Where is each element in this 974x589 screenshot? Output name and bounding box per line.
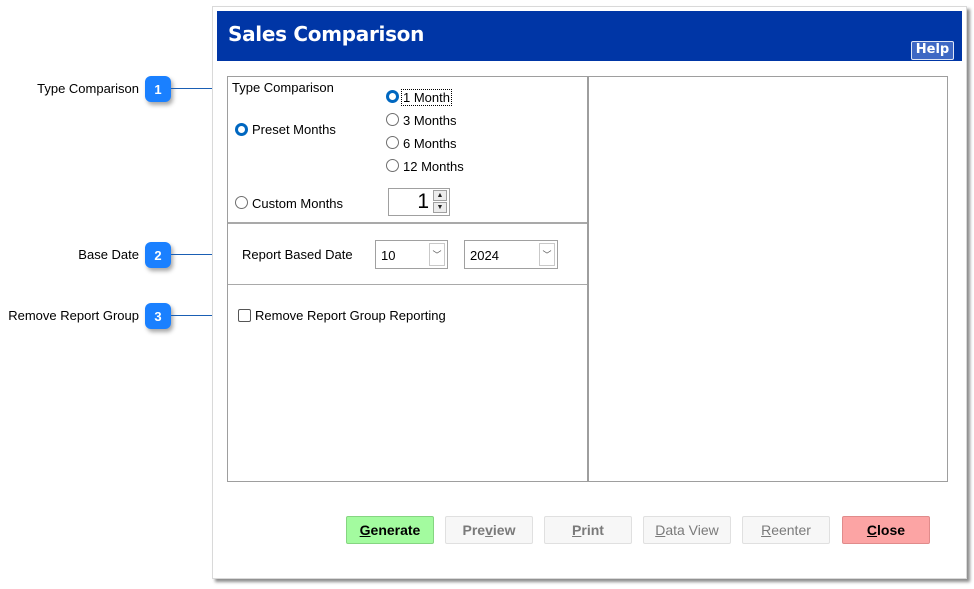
button-label: lose <box>877 522 906 538</box>
radio-indicator[interactable] <box>386 90 399 103</box>
stepper-down-icon[interactable]: ▼ <box>433 202 447 213</box>
callout-label: Type Comparison <box>37 81 139 96</box>
month-option-label[interactable]: 6 Months <box>403 136 456 151</box>
button-label: enerate <box>370 522 421 538</box>
checkbox-indicator[interactable] <box>238 309 251 322</box>
preset-months-label[interactable]: Preset Months <box>252 122 336 137</box>
reenter-button[interactable]: Reenter <box>742 516 830 544</box>
callout-badge: 1 <box>145 76 171 102</box>
month-option-label[interactable]: 12 Months <box>403 159 464 174</box>
year-select-value[interactable]: 2024 <box>470 248 499 263</box>
remove-report-group-label[interactable]: Remove Report Group Reporting <box>255 308 446 323</box>
radio-indicator[interactable] <box>235 196 248 209</box>
chevron-down-icon[interactable]: ﹀ <box>539 243 555 266</box>
custom-months-stepper[interactable]: 1 ▲ ▼ <box>388 188 450 216</box>
title-bar: Sales Comparison Help <box>217 11 962 61</box>
accelerator-key: P <box>572 522 582 538</box>
accelerator-key: R <box>761 522 772 538</box>
chevron-down-icon[interactable]: ﹀ <box>429 243 445 266</box>
preview-panel <box>588 76 948 482</box>
preview-button[interactable]: Preview <box>445 516 533 544</box>
callout-badge: 2 <box>145 242 171 268</box>
section-divider <box>228 284 587 285</box>
generate-button[interactable]: Generate <box>346 516 434 544</box>
month-select[interactable]: 10 ﹀ <box>375 240 448 269</box>
accelerator-key: C <box>866 522 878 538</box>
type-comparison-heading: Type Comparison <box>232 80 334 95</box>
dialog-title: Sales Comparison <box>228 22 425 46</box>
accelerator-key: D <box>655 522 666 538</box>
custom-months-label[interactable]: Custom Months <box>252 196 343 211</box>
stepper-up-icon[interactable]: ▲ <box>433 190 447 201</box>
accelerator-key: v <box>485 522 493 538</box>
button-label: iew <box>492 522 516 538</box>
data-view-button[interactable]: Data View <box>643 516 731 544</box>
accelerator-key: G <box>359 522 371 538</box>
print-button[interactable]: Print <box>544 516 632 544</box>
button-label: eenter <box>771 522 811 538</box>
radio-indicator[interactable] <box>386 136 399 149</box>
callout-label: Base Date <box>78 247 139 262</box>
month-option-label[interactable]: 1 Month <box>401 89 452 106</box>
help-button[interactable]: Help <box>911 41 954 60</box>
radio-indicator[interactable] <box>386 113 399 126</box>
button-label: ata View <box>665 522 719 538</box>
year-select[interactable]: 2024 ﹀ <box>464 240 558 269</box>
radio-indicator[interactable] <box>235 123 248 136</box>
radio-indicator[interactable] <box>386 159 399 172</box>
close-button[interactable]: Close <box>842 516 930 544</box>
callout-badge: 3 <box>145 303 171 329</box>
callout-label: Remove Report Group <box>8 308 139 323</box>
report-based-date-label: Report Based Date <box>242 247 353 262</box>
button-label: rint <box>581 522 604 538</box>
section-divider <box>228 222 587 224</box>
stepper-value[interactable]: 1 <box>417 190 429 214</box>
month-option-label[interactable]: 3 Months <box>403 113 456 128</box>
button-label: Pre <box>462 522 486 538</box>
month-select-value[interactable]: 10 <box>381 248 395 263</box>
